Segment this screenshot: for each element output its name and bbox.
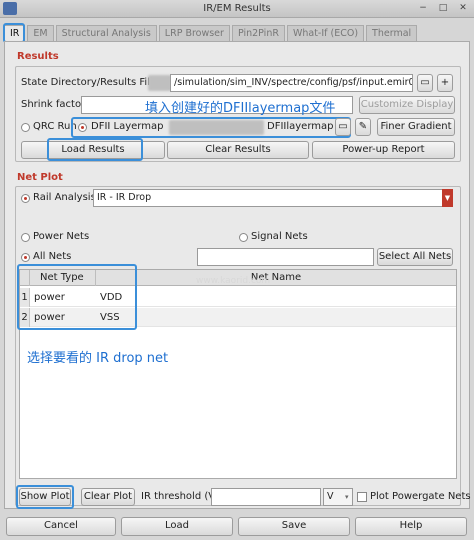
- threshold-unit-value: V: [327, 491, 334, 502]
- rail-analysis-radio[interactable]: [21, 194, 30, 203]
- app-icon: [3, 2, 17, 15]
- ir-drop-net-annotation: 选择要看的 IR drop net: [27, 351, 169, 366]
- watermark: www.kaorid.com: [196, 276, 271, 286]
- close-icon[interactable]: ✕: [456, 2, 470, 16]
- tab-em[interactable]: EM: [27, 25, 54, 42]
- all-nets-radio[interactable]: [21, 253, 30, 262]
- table-row[interactable]: 2 power VSS: [20, 308, 456, 327]
- dropdown-arrow-icon[interactable]: ▼: [442, 189, 453, 207]
- browse-folder-icon[interactable]: ▭: [335, 118, 351, 136]
- dfii-layermap-radio[interactable]: [78, 123, 87, 132]
- redacted-path: [148, 75, 172, 91]
- window-title: IR/EM Results: [203, 3, 271, 14]
- title-bar: IR/EM Results − □ ✕: [0, 0, 474, 18]
- tab-what-if-eco[interactable]: What-If (ECO): [286, 25, 365, 42]
- finer-gradient-button[interactable]: Finer Gradient: [377, 118, 455, 136]
- load-results-button[interactable]: Load Results: [21, 141, 165, 159]
- maximize-icon[interactable]: □: [436, 2, 450, 16]
- help-button[interactable]: Help: [355, 517, 467, 536]
- qrc-run-label: QRC Run: [33, 121, 77, 132]
- power-nets-radio[interactable]: [21, 233, 30, 242]
- cancel-button[interactable]: Cancel: [6, 517, 116, 536]
- power-nets-label: Power Nets: [33, 231, 90, 242]
- layermap-file-value: DFIIlayermap: [267, 121, 334, 132]
- redacted-layermap-path: [169, 120, 264, 135]
- row-number: 2: [20, 308, 30, 327]
- net-type-cell: power: [34, 292, 65, 303]
- net-type-cell: power: [34, 312, 65, 323]
- col-rownum: [20, 270, 30, 286]
- tab-pin2pinr[interactable]: Pin2PinR: [231, 25, 285, 42]
- plot-powergate-label: Plot Powergate Nets: [370, 491, 471, 502]
- net-name-cell: VDD: [100, 292, 123, 303]
- signal-nets-radio[interactable]: [239, 233, 248, 242]
- edit-icon[interactable]: ✎: [355, 118, 371, 136]
- state-directory-label: State Directory/Results File:: [21, 77, 160, 88]
- analysis-type-select[interactable]: IR - IR Drop: [93, 189, 453, 207]
- show-plot-button[interactable]: Show Plot: [19, 488, 71, 506]
- clear-plot-button[interactable]: Clear Plot: [81, 488, 135, 506]
- plot-powergate-checkbox[interactable]: [357, 492, 367, 502]
- layermap-annotation: 填入创建好的DFIIlayermap文件: [145, 101, 336, 116]
- analysis-type-value: IR - IR Drop: [97, 192, 152, 203]
- clear-results-button[interactable]: Clear Results: [167, 141, 309, 159]
- unit-dropdown-arrow-icon[interactable]: ▾: [345, 489, 353, 505]
- powerup-report-button[interactable]: Power-up Report: [312, 141, 455, 159]
- folder-icon[interactable]: ▭: [417, 74, 433, 92]
- ir-threshold-input[interactable]: [211, 488, 321, 506]
- qrc-run-radio[interactable]: [21, 123, 30, 132]
- tab-bar: IR EM Structural Analysis LRP Browser Pi…: [4, 25, 418, 42]
- tab-thermal[interactable]: Thermal: [366, 25, 418, 42]
- state-directory-input[interactable]: /simulation/sim_INV/spectre/config/psf/i…: [170, 74, 413, 92]
- load-button[interactable]: Load: [121, 517, 233, 536]
- add-icon[interactable]: +: [437, 74, 453, 92]
- save-button[interactable]: Save: [238, 517, 350, 536]
- all-nets-label: All Nets: [33, 251, 72, 262]
- select-all-nets-button[interactable]: Select All Nets: [377, 248, 453, 266]
- minimize-icon[interactable]: −: [416, 2, 430, 16]
- col-net-type[interactable]: Net Type: [30, 270, 96, 286]
- tab-structural-analysis[interactable]: Structural Analysis: [55, 25, 157, 42]
- tab-lrp-browser[interactable]: LRP Browser: [158, 25, 230, 42]
- shrink-factor-label: Shrink factor: [21, 99, 86, 110]
- table-row[interactable]: 1 power VDD: [20, 288, 456, 307]
- tab-ir[interactable]: IR: [4, 25, 26, 42]
- net-filter-input[interactable]: [197, 248, 374, 266]
- customize-display-button[interactable]: Customize Display: [359, 96, 455, 114]
- signal-nets-label: Signal Nets: [251, 231, 308, 242]
- results-section-title: Results: [17, 51, 59, 62]
- ir-threshold-label: IR threshold (V): [141, 491, 219, 502]
- net-name-cell: VSS: [100, 312, 120, 323]
- dfii-layermap-label: DFII Layermap: [91, 121, 164, 132]
- row-number: 1: [20, 288, 30, 307]
- rail-analysis-label: Rail Analysis: [33, 192, 96, 203]
- net-table: Net Type Net Name www.kaorid.com 1 power…: [19, 269, 457, 479]
- ir-panel: Results State Directory/Results File: /s…: [4, 41, 471, 509]
- net-plot-section-title: Net Plot: [17, 172, 63, 183]
- col-net-name[interactable]: Net Name: [96, 270, 456, 286]
